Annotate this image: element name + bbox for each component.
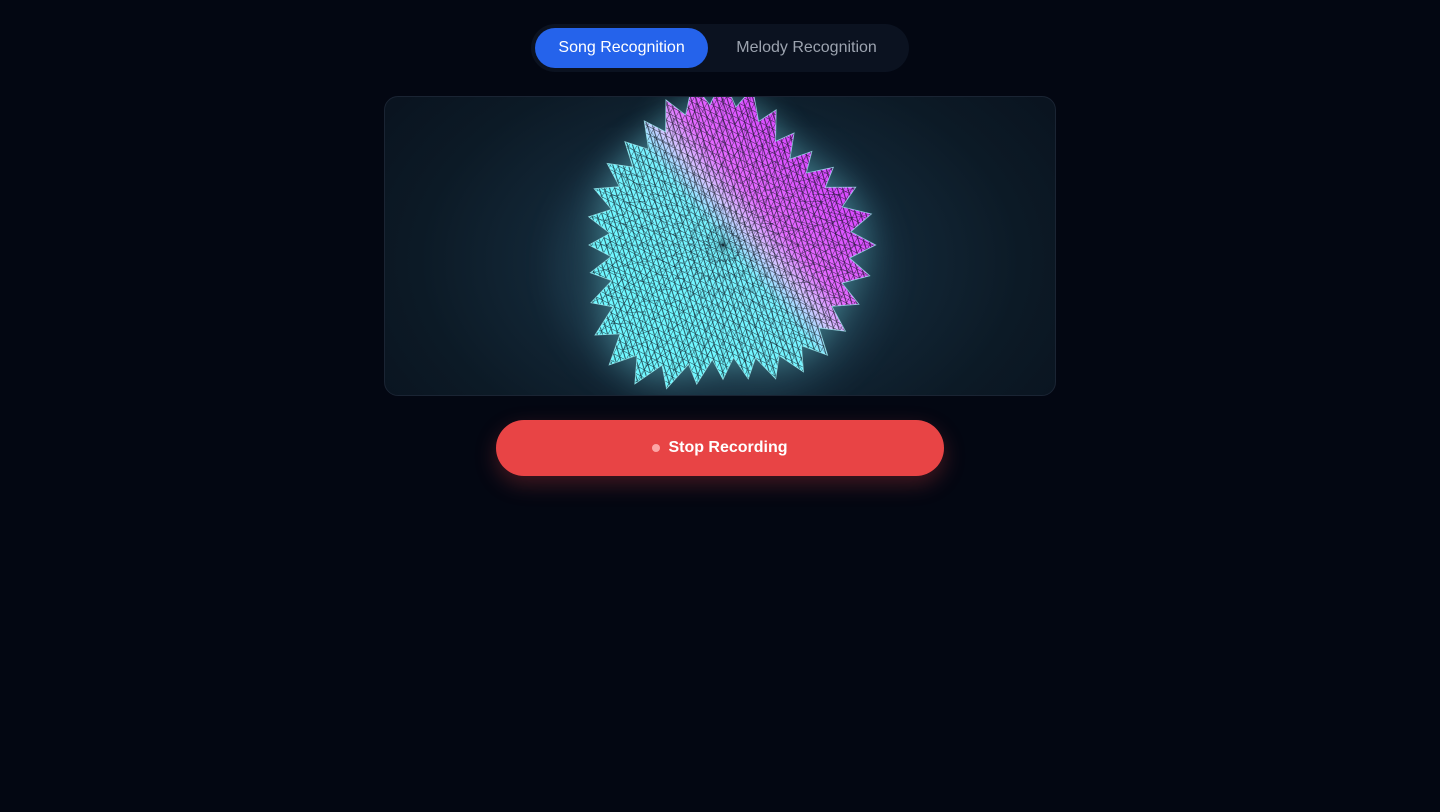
wireframe-sphere-visualizer [551,97,891,395]
tab-song-recognition[interactable]: Song Recognition [535,28,709,68]
recognition-mode-switcher: Song Recognition Melody Recognition [531,24,909,72]
stop-recording-button[interactable]: Stop Recording [496,420,944,476]
record-button-label: Stop Recording [668,439,788,456]
tab-melody-recognition[interactable]: Melody Recognition [708,28,905,68]
recording-dot-icon [652,444,661,452]
audio-visualizer-panel [384,96,1056,396]
